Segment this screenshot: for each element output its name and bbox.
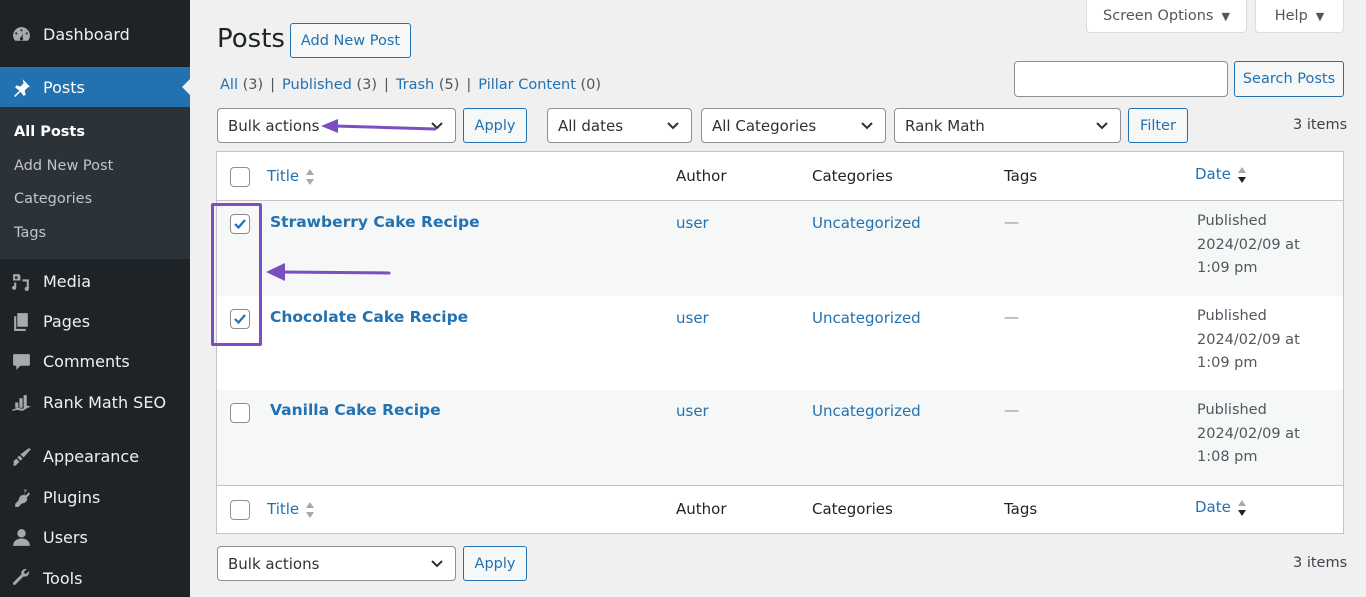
annotation-arrows [266, 119, 437, 281]
annotation-arrow-bulk-actions [321, 119, 437, 133]
annotation-arrow-checkboxes [266, 263, 391, 281]
